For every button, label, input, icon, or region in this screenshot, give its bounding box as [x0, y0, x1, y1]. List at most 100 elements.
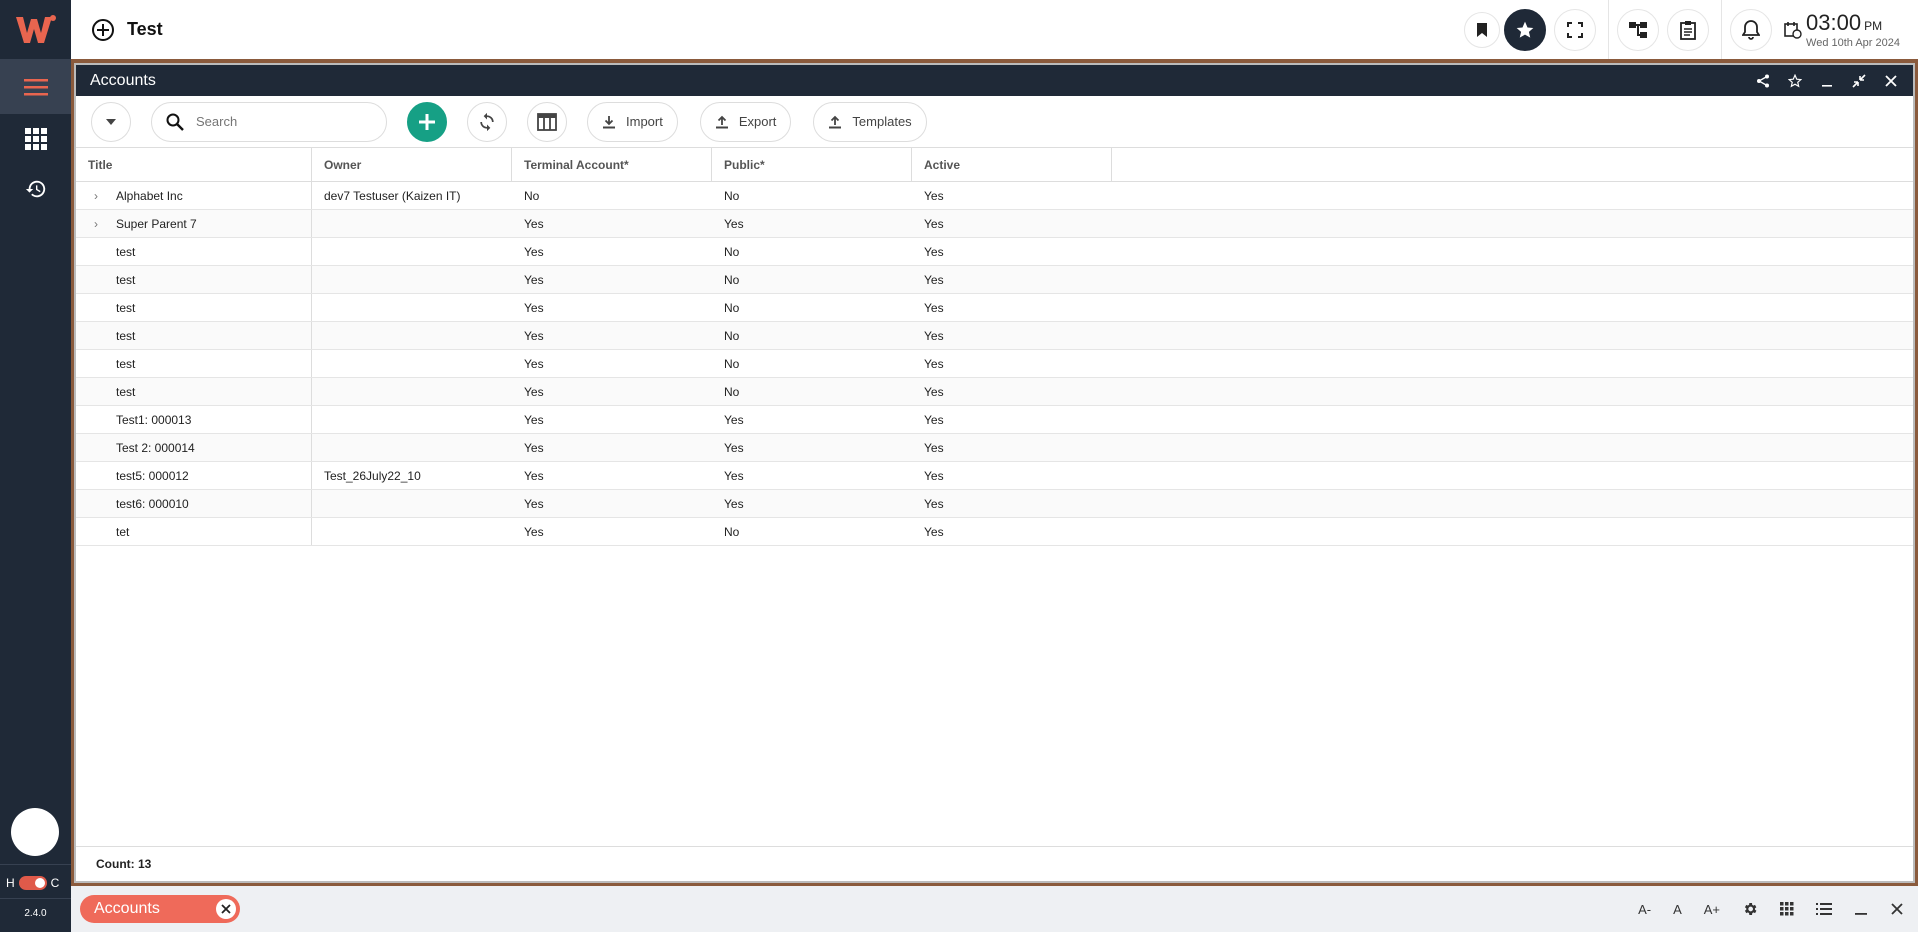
- close-icon[interactable]: [1890, 902, 1904, 916]
- record-count: Count: 13: [96, 857, 152, 871]
- table-row[interactable]: › Alphabet Inc dev7 Testuser (Kaizen IT) No…: [76, 182, 1913, 210]
- top-actions: 03:00 PM Wed 10th Apr 2024: [1464, 0, 1918, 59]
- minimize-icon[interactable]: [1854, 902, 1868, 916]
- sidebar-menu-button[interactable]: [0, 59, 71, 114]
- column-header-active[interactable]: Active: [912, 148, 1112, 181]
- cell-title-text: test5: 000012: [116, 468, 189, 483]
- fullscreen-icon: [1567, 21, 1584, 38]
- filter-dropdown-button[interactable]: [91, 101, 131, 142]
- cell-terminal: Yes: [524, 440, 544, 455]
- table-row[interactable]: test Yes No Yes: [76, 350, 1913, 378]
- clipboard-button[interactable]: [1667, 8, 1710, 51]
- apps-grid-icon[interactable]: [1780, 902, 1794, 916]
- app-logo[interactable]: [0, 0, 71, 59]
- favorite-window-button[interactable]: [1787, 73, 1803, 89]
- add-record-button[interactable]: [407, 101, 447, 142]
- table-row[interactable]: test Yes No Yes: [76, 238, 1913, 266]
- cell-owner: [312, 266, 512, 293]
- cell-active: Yes: [924, 524, 944, 539]
- expand-chevron-icon[interactable]: ›: [76, 189, 116, 203]
- cell-public: Yes: [724, 468, 744, 483]
- table-row[interactable]: tet Yes No Yes: [76, 518, 1913, 546]
- cell-terminal: Yes: [524, 244, 544, 259]
- toggle-switch[interactable]: [18, 876, 47, 890]
- export-button[interactable]: Export: [699, 101, 792, 142]
- import-label: Import: [626, 114, 663, 129]
- cell-terminal: No: [524, 188, 540, 203]
- table-row[interactable]: test6: 000010 Yes Yes Yes: [76, 490, 1913, 518]
- cell-owner: [312, 378, 512, 405]
- search-input[interactable]: [196, 114, 356, 129]
- upload-icon: [715, 115, 728, 128]
- close-icon: [221, 904, 231, 914]
- import-button[interactable]: Import: [587, 101, 678, 142]
- theme-toggle[interactable]: H C: [6, 876, 59, 890]
- add-circle-icon[interactable]: [91, 18, 115, 42]
- font-increase-button[interactable]: A+: [1704, 902, 1720, 917]
- accounts-grid: Title Owner Terminal Account* Public* Ac…: [76, 148, 1913, 546]
- font-normal-button[interactable]: A: [1673, 902, 1682, 917]
- cell-terminal: Yes: [524, 468, 544, 483]
- templates-button[interactable]: Templates: [813, 101, 927, 142]
- table-row[interactable]: Test 2: 000014 Yes Yes Yes: [76, 434, 1913, 462]
- cell-owner: [312, 518, 512, 545]
- table-row[interactable]: test Yes No Yes: [76, 294, 1913, 322]
- user-avatar[interactable]: [11, 808, 59, 856]
- templates-label: Templates: [852, 114, 912, 129]
- cell-owner: [312, 406, 512, 433]
- cell-active: Yes: [924, 328, 944, 343]
- cell-title: test: [76, 266, 312, 293]
- cell-owner: Test_26July22_10: [324, 468, 421, 483]
- cell-title-text: test: [116, 244, 136, 259]
- bottom-taskbar: Accounts A- A A+: [71, 886, 1918, 932]
- cell-active: Yes: [924, 272, 944, 287]
- taskbar-tab-label: Accounts: [94, 900, 160, 917]
- sidebar-history-button[interactable]: [0, 164, 71, 214]
- table-row[interactable]: Test1: 000013 Yes Yes Yes: [76, 406, 1913, 434]
- minimize-icon: [1822, 84, 1832, 87]
- cell-owner: [312, 350, 512, 377]
- search-box[interactable]: [151, 101, 387, 142]
- expand-chevron-icon[interactable]: ›: [76, 217, 116, 231]
- bookmark-button[interactable]: [1464, 11, 1501, 48]
- plus-icon: [419, 113, 435, 130]
- org-chart-button[interactable]: [1617, 8, 1660, 51]
- favorites-button[interactable]: [1504, 8, 1547, 51]
- cell-terminal: Yes: [524, 524, 544, 539]
- list-icon[interactable]: [1816, 902, 1832, 916]
- cell-title: › Super Parent 7: [76, 210, 312, 237]
- toggle-left-label: H: [6, 876, 15, 890]
- restore-window-button[interactable]: [1851, 73, 1867, 89]
- cell-public: No: [724, 272, 740, 287]
- table-row[interactable]: test Yes No Yes: [76, 322, 1913, 350]
- columns-button[interactable]: [527, 101, 567, 142]
- refresh-button[interactable]: [467, 101, 507, 142]
- column-header-public[interactable]: Public*: [712, 148, 912, 181]
- font-decrease-button[interactable]: A-: [1638, 902, 1651, 917]
- star-outline-icon: [1788, 73, 1802, 88]
- cell-title-text: Test1: 000013: [116, 412, 192, 427]
- notifications-button[interactable]: [1730, 8, 1773, 51]
- sidebar-apps-button[interactable]: [0, 114, 71, 164]
- apps-grid-icon: [24, 128, 47, 150]
- table-row[interactable]: test Yes No Yes: [76, 266, 1913, 294]
- taskbar-tab-accounts[interactable]: Accounts: [80, 895, 240, 923]
- minimize-window-button[interactable]: [1819, 73, 1835, 89]
- settings-gear-icon[interactable]: [1742, 901, 1758, 917]
- cell-active: Yes: [924, 216, 944, 231]
- table-row[interactable]: test Yes No Yes: [76, 378, 1913, 406]
- window-title: Accounts: [90, 71, 156, 89]
- column-header-title[interactable]: Title: [76, 148, 312, 181]
- taskbar-tab-close-button[interactable]: [216, 899, 236, 919]
- table-row[interactable]: test5: 000012 Test_26July22_10 Yes Yes Yes: [76, 462, 1913, 490]
- column-header-owner[interactable]: Owner: [312, 148, 512, 181]
- column-header-terminal-account[interactable]: Terminal Account*: [512, 148, 712, 181]
- close-window-button[interactable]: [1883, 73, 1899, 89]
- cell-owner: [312, 210, 512, 237]
- toolbar-separator: [1721, 0, 1723, 59]
- table-row[interactable]: › Super Parent 7 Yes Yes Yes: [76, 210, 1913, 238]
- fullscreen-button[interactable]: [1554, 8, 1597, 51]
- cell-title: test: [76, 238, 312, 265]
- share-button[interactable]: [1755, 73, 1771, 89]
- cell-title-text: tet: [116, 524, 130, 539]
